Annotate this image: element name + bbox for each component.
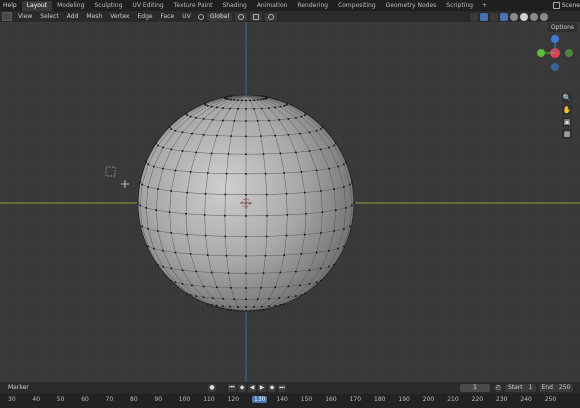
menu-face[interactable]: Face: [157, 11, 179, 22]
menu-vertex[interactable]: Vertex: [106, 11, 133, 22]
3d-viewport[interactable]: 🔍 ✋ ▣ ▦: [0, 22, 580, 382]
playback-controls: ● ⏮ ◆ ◀ ▶ ◆ ⏭: [208, 384, 286, 392]
ruler-tick: 140: [276, 396, 288, 403]
help-menu[interactable]: Help: [0, 2, 22, 9]
tab-shading[interactable]: Shading: [217, 1, 251, 11]
ruler-tick: 240: [520, 396, 532, 403]
next-keyframe-icon[interactable]: ◆: [268, 384, 276, 392]
ruler-tick: 160: [325, 396, 337, 403]
pan-hand-icon[interactable]: ✋: [562, 105, 572, 115]
menu-mesh[interactable]: Mesh: [82, 11, 106, 22]
pivot-point-dropdown[interactable]: [235, 12, 248, 21]
tab-layout[interactable]: Layout: [21, 0, 53, 11]
magnet-icon: [253, 13, 260, 20]
clock-icon[interactable]: ◴: [494, 384, 502, 392]
gizmo-y-negative[interactable]: [565, 49, 573, 57]
end-frame-field[interactable]: End 250: [538, 384, 574, 392]
gizmo-toggle-icon[interactable]: [480, 12, 488, 21]
wireframe-shading-icon[interactable]: [510, 12, 518, 21]
viewport-display-tools: [470, 12, 548, 21]
tab-scripting[interactable]: Scripting: [441, 1, 478, 11]
tab-modeling[interactable]: Modeling: [52, 1, 89, 11]
frame-range: ◴ Start 1 End 250: [494, 384, 574, 392]
rendered-shading-icon[interactable]: [540, 12, 548, 21]
ruler-tick: 70: [105, 396, 114, 403]
scene-name: Scene: [561, 2, 580, 9]
menu-uv[interactable]: UV: [178, 11, 195, 22]
ruler-tick: 250: [544, 396, 557, 403]
keyframe-record-icon[interactable]: ●: [208, 384, 216, 392]
jump-start-icon[interactable]: ⏮: [228, 384, 236, 392]
workspace-bar: Help Layout Modeling Sculpting UV Editin…: [0, 0, 580, 11]
menu-marker[interactable]: Marker: [0, 382, 33, 394]
start-frame-field[interactable]: Start 1: [505, 384, 536, 392]
snap-toggle[interactable]: [250, 12, 263, 21]
ruler-tick: 100: [178, 396, 191, 403]
ruler-tick: 80: [130, 396, 138, 403]
current-frame-indicator[interactable]: 130: [252, 396, 268, 403]
ruler-tick: 150: [300, 396, 313, 403]
material-shading-icon[interactable]: [530, 12, 538, 21]
jump-end-icon[interactable]: ⏭: [278, 384, 286, 392]
ruler-tick: 40: [32, 396, 41, 403]
menu-view[interactable]: View: [14, 11, 36, 22]
menu-edge[interactable]: Edge: [133, 11, 156, 22]
gizmo-z-negative[interactable]: [551, 63, 559, 71]
add-workspace-button[interactable]: +: [478, 2, 491, 9]
tab-texture-paint[interactable]: Texture Paint: [169, 1, 218, 11]
ruler-tick: 180: [374, 396, 386, 403]
ruler-tick: 30: [8, 396, 16, 403]
camera-view-icon[interactable]: ▣: [562, 117, 572, 127]
ruler-tick: 200: [422, 396, 435, 403]
xray-toggle-icon[interactable]: [500, 12, 508, 21]
tab-rendering[interactable]: Rendering: [292, 1, 333, 11]
transform-tools: Global: [198, 12, 278, 21]
tab-animation[interactable]: Animation: [252, 1, 293, 11]
transform-orientation-dropdown[interactable]: Global: [207, 12, 233, 21]
play-reverse-icon[interactable]: ◀: [248, 384, 256, 392]
proportional-edit-toggle[interactable]: [265, 12, 278, 21]
ruler-tick: 50: [56, 396, 65, 403]
timeline-ruler[interactable]: 30 40 50 60 70 80 90 100 110 120 130 140 150 160 170 18…: [0, 394, 580, 408]
tab-geometry-nodes[interactable]: Geometry Nodes: [381, 1, 442, 11]
zoom-icon[interactable]: 🔍: [562, 93, 572, 103]
solid-shading-icon[interactable]: [520, 12, 528, 21]
ruler-tick: 210: [447, 396, 459, 403]
scene-selector[interactable]: Scene: [552, 0, 580, 11]
play-icon[interactable]: ▶: [258, 384, 266, 392]
grid-perspective-icon[interactable]: ▦: [562, 129, 572, 139]
orientation-icon: [198, 13, 204, 20]
pivot-icon: [238, 13, 245, 20]
ruler-tick: 170: [349, 396, 362, 403]
ruler-tick: 60: [81, 396, 89, 403]
ruler-tick: 120: [227, 396, 240, 403]
timeline-header: Marker ● ⏮ ◆ ◀ ▶ ◆ ⏭ 1 ◴ Start 1 End 250: [0, 382, 580, 394]
options-dropdown[interactable]: Options: [547, 23, 577, 32]
current-frame-field[interactable]: 1: [460, 384, 490, 392]
menu-add[interactable]: Add: [63, 11, 83, 22]
tab-compositing[interactable]: Compositing: [333, 1, 381, 11]
scene-icon: [552, 2, 560, 9]
ruler-tick: 90: [154, 396, 163, 403]
ruler-tick: 110: [203, 396, 215, 403]
viewport-canvas[interactable]: [0, 22, 580, 382]
editor-type-icon[interactable]: [2, 12, 12, 21]
proportional-icon: [268, 13, 275, 20]
tab-uv-editing[interactable]: UV Editing: [127, 1, 168, 11]
menu-select[interactable]: Select: [36, 11, 63, 22]
ruler-tick: 220: [471, 396, 484, 403]
visibility-icon[interactable]: [470, 12, 478, 21]
prev-keyframe-icon[interactable]: ◆: [238, 384, 246, 392]
ruler-tick: 190: [398, 396, 410, 403]
ruler-tick: 230: [496, 396, 508, 403]
tab-sculpting[interactable]: Sculpting: [89, 1, 127, 11]
navigation-tools: 🔍 ✋ ▣ ▦: [562, 93, 572, 139]
overlay-toggle-icon[interactable]: [490, 12, 498, 21]
